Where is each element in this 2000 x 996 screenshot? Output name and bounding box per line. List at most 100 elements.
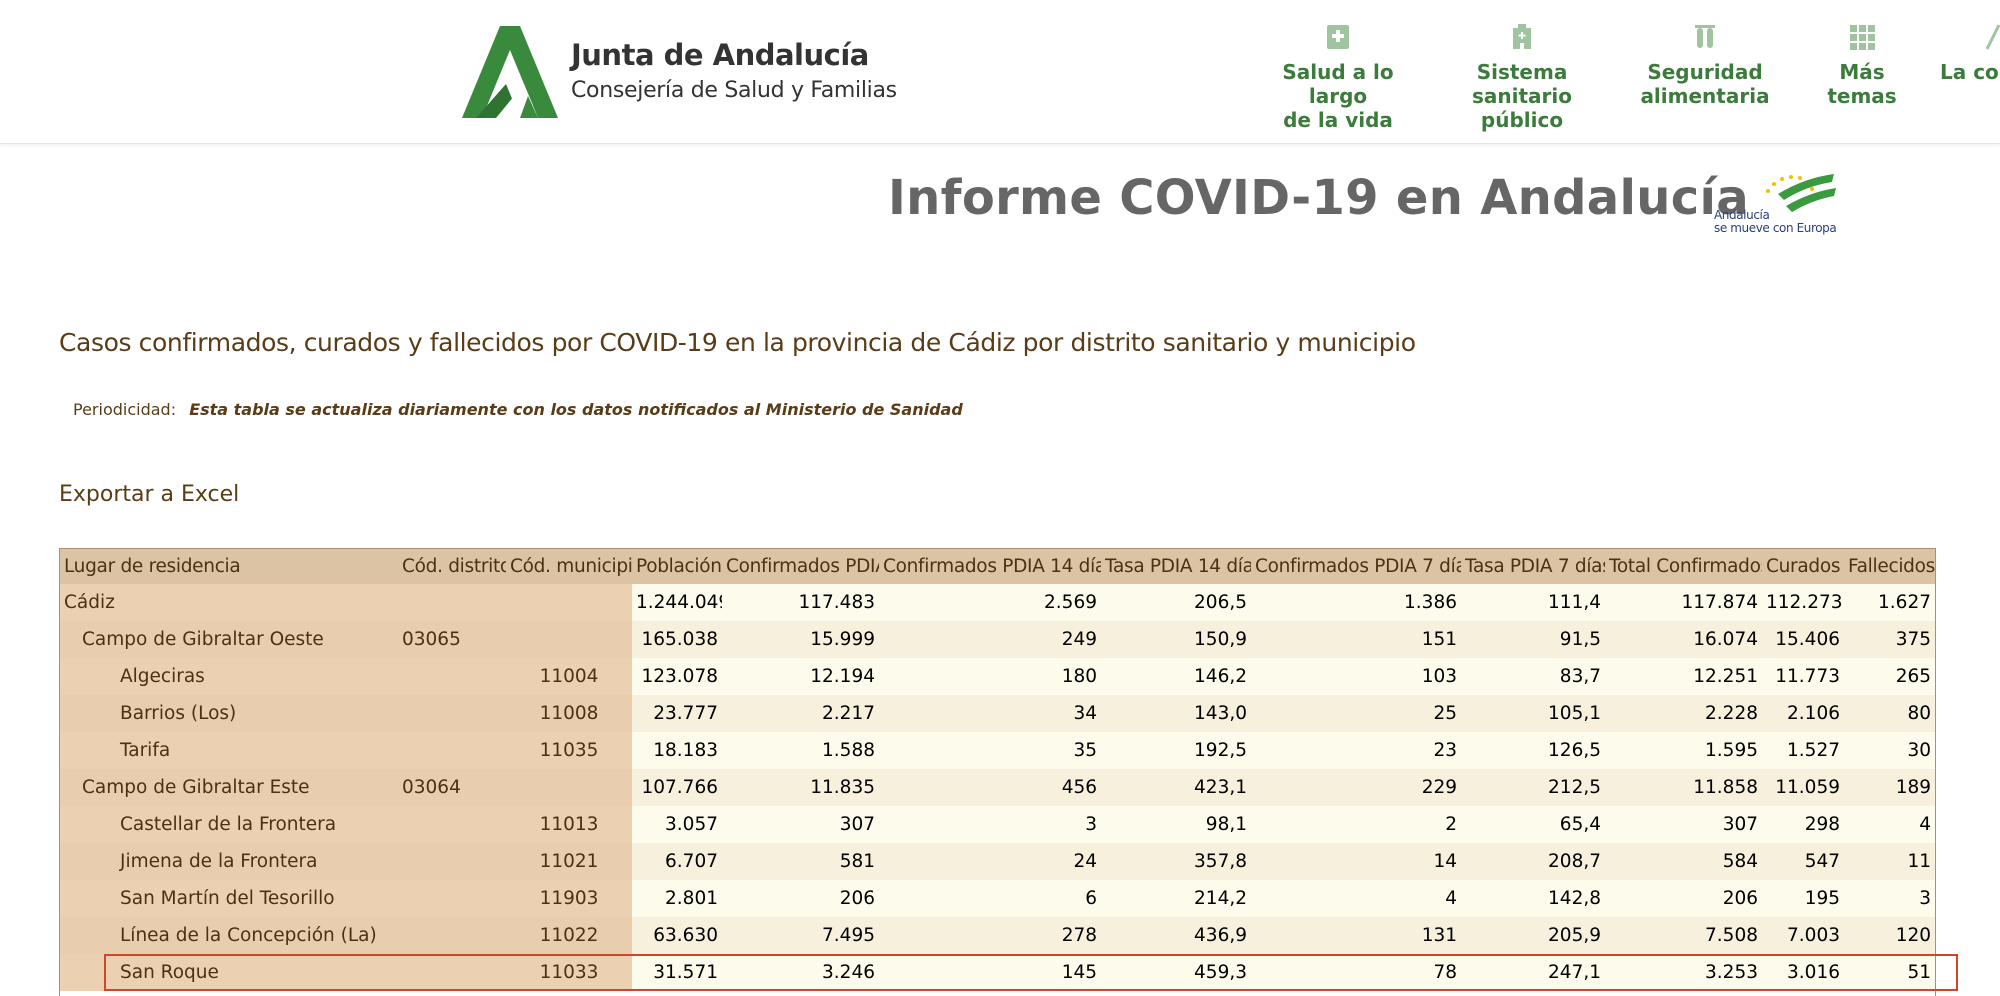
table-row: Castellar de la Frontera 11013 3.057 307 3 98… xyxy=(60,806,1935,843)
value-cell: 24 xyxy=(879,843,1101,880)
value-cell: 126,5 xyxy=(1461,732,1605,769)
table-row: San Roque 11033 31.571 3.246 145 459,3 78 247,1… xyxy=(60,954,1935,991)
table-row: San Martín del Tesorillo 11903 2.801 206 6 21… xyxy=(60,880,1935,917)
value-cell: 11 xyxy=(1844,843,1935,880)
value-cell: 117.874 xyxy=(1605,584,1762,621)
value-cell: 436,9 xyxy=(1101,917,1251,954)
nav-label-line: público xyxy=(1480,108,1564,132)
junta-andalucia-logo[interactable] xyxy=(462,26,558,118)
residence-place-cell: Tarifa xyxy=(60,732,398,769)
municipality-code-cell: 11903 xyxy=(506,880,632,917)
value-cell: 2.569 xyxy=(879,584,1101,621)
table-row: Campo de Gibraltar Este 03064 107.766 11.83… xyxy=(60,769,1935,806)
column-header: Lugar de residencia xyxy=(60,549,398,584)
nav-label-line: alimentaria xyxy=(1640,84,1770,108)
value-cell: 4 xyxy=(1251,880,1461,917)
value-cell: 375 xyxy=(1844,621,1935,658)
value-cell: 3.016 xyxy=(1762,954,1844,991)
column-header: Población xyxy=(632,549,722,584)
column-header: Confirmados PDIA 14 días xyxy=(879,549,1101,584)
value-cell: 15.999 xyxy=(722,621,879,658)
value-cell: 1.595 xyxy=(1605,732,1762,769)
value-cell: 1.527 xyxy=(1762,732,1844,769)
value-cell: 247,1 xyxy=(1461,954,1605,991)
value-cell: 151 xyxy=(1251,621,1461,658)
district-code-cell xyxy=(398,695,506,732)
logo-subtitle: Consejería de Salud y Familias xyxy=(571,78,897,103)
value-cell: 80 xyxy=(1844,695,1935,732)
municipality-code-cell: 11008 xyxy=(506,695,632,732)
value-cell: 23.777 xyxy=(632,695,722,732)
residence-place-cell: Jimena de la Frontera xyxy=(60,843,398,880)
table-header-row: Lugar de residencia Cód. distrito Cód. mun… xyxy=(60,549,1935,584)
value-cell: 146,2 xyxy=(1101,658,1251,695)
nav-seguridad-alimentaria[interactable]: Seguridad alimentaria xyxy=(1630,24,1780,108)
value-cell: 456 xyxy=(879,769,1101,806)
value-cell: 131 xyxy=(1251,917,1461,954)
value-cell: 142,8 xyxy=(1461,880,1605,917)
value-cell: 195 xyxy=(1762,880,1844,917)
europa-logo-line1: Andalucía xyxy=(1714,208,1770,222)
nav-label-line: de la vida xyxy=(1283,108,1393,132)
district-code-cell xyxy=(398,732,506,769)
value-cell: 145 xyxy=(879,954,1101,991)
value-cell: 103 xyxy=(1251,658,1461,695)
export-excel-link[interactable]: Exportar a Excel xyxy=(59,482,239,507)
hospital-icon xyxy=(1513,24,1531,49)
value-cell: 214,2 xyxy=(1101,880,1251,917)
value-cell: 31.571 xyxy=(632,954,722,991)
district-code-cell xyxy=(398,954,506,991)
value-cell: 65,4 xyxy=(1461,806,1605,843)
column-header: Tasa PDIA 7 días xyxy=(1461,549,1605,584)
value-cell: 123.078 xyxy=(632,658,722,695)
value-cell: 143,0 xyxy=(1101,695,1251,732)
value-cell: 91,5 xyxy=(1461,621,1605,658)
district-code-cell: 03064 xyxy=(398,769,506,806)
value-cell: 206,5 xyxy=(1101,584,1251,621)
residence-place-cell: San Roque xyxy=(60,954,398,991)
nav-sistema-sanitario-publico[interactable]: Sistema sanitario público xyxy=(1450,24,1594,132)
value-cell: 25 xyxy=(1251,695,1461,732)
table-row: Jimena de la Frontera 11021 6.707 581 24 357,… xyxy=(60,843,1935,880)
value-cell: 459,3 xyxy=(1101,954,1251,991)
value-cell: 107.766 xyxy=(632,769,722,806)
table-body: Cádiz 1.244.049 117.483 2.569 206,5 1.386 111,… xyxy=(60,584,1935,991)
column-header: Cód. municipio xyxy=(506,549,632,584)
europa-logo-line2: se mueve con Europa xyxy=(1714,221,1837,235)
value-cell: 30 xyxy=(1844,732,1935,769)
column-header: Curados xyxy=(1762,549,1844,584)
residence-place-cell: Castellar de la Frontera xyxy=(60,806,398,843)
value-cell: 249 xyxy=(879,621,1101,658)
value-cell: 180 xyxy=(879,658,1101,695)
value-cell: 111,4 xyxy=(1461,584,1605,621)
value-cell: 117.483 xyxy=(722,584,879,621)
value-cell: 120 xyxy=(1844,917,1935,954)
value-cell: 7.495 xyxy=(722,917,879,954)
table-row: Cádiz 1.244.049 117.483 2.569 206,5 1.386 111,… xyxy=(60,584,1935,621)
district-code-cell: 03065 xyxy=(398,621,506,658)
value-cell: 192,5 xyxy=(1101,732,1251,769)
nav-mas-temas[interactable]: Más temas xyxy=(1806,24,1918,108)
value-cell: 2.228 xyxy=(1605,695,1762,732)
value-cell: 112.273 xyxy=(1762,584,1844,621)
value-cell: 206 xyxy=(1605,880,1762,917)
nav-la-consejeria[interactable]: La con xyxy=(1940,24,2000,84)
district-code-cell xyxy=(398,584,506,621)
value-cell: 3 xyxy=(879,806,1101,843)
value-cell: 6.707 xyxy=(632,843,722,880)
column-header: Confirmados PDIA xyxy=(722,549,879,584)
value-cell: 63.630 xyxy=(632,917,722,954)
value-cell: 3.246 xyxy=(722,954,879,991)
column-header: Tasa PDIA 14 días xyxy=(1101,549,1251,584)
value-cell: 11.835 xyxy=(722,769,879,806)
table-row: Campo de Gibraltar Oeste 03065 165.038 15.9… xyxy=(60,621,1935,658)
table-row: Línea de la Concepción (La) 11022 63.630 7.… xyxy=(60,917,1935,954)
value-cell: 4 xyxy=(1844,806,1935,843)
grid-icon xyxy=(1850,25,1875,50)
nav-label-line: La con xyxy=(1940,60,2000,84)
nav-salud-a-lo-largo-de-la-vida[interactable]: Salud a lo largo de la vida xyxy=(1258,24,1418,132)
value-cell: 78 xyxy=(1251,954,1461,991)
value-cell: 3 xyxy=(1844,880,1935,917)
value-cell: 15.406 xyxy=(1762,621,1844,658)
value-cell: 18.183 xyxy=(632,732,722,769)
